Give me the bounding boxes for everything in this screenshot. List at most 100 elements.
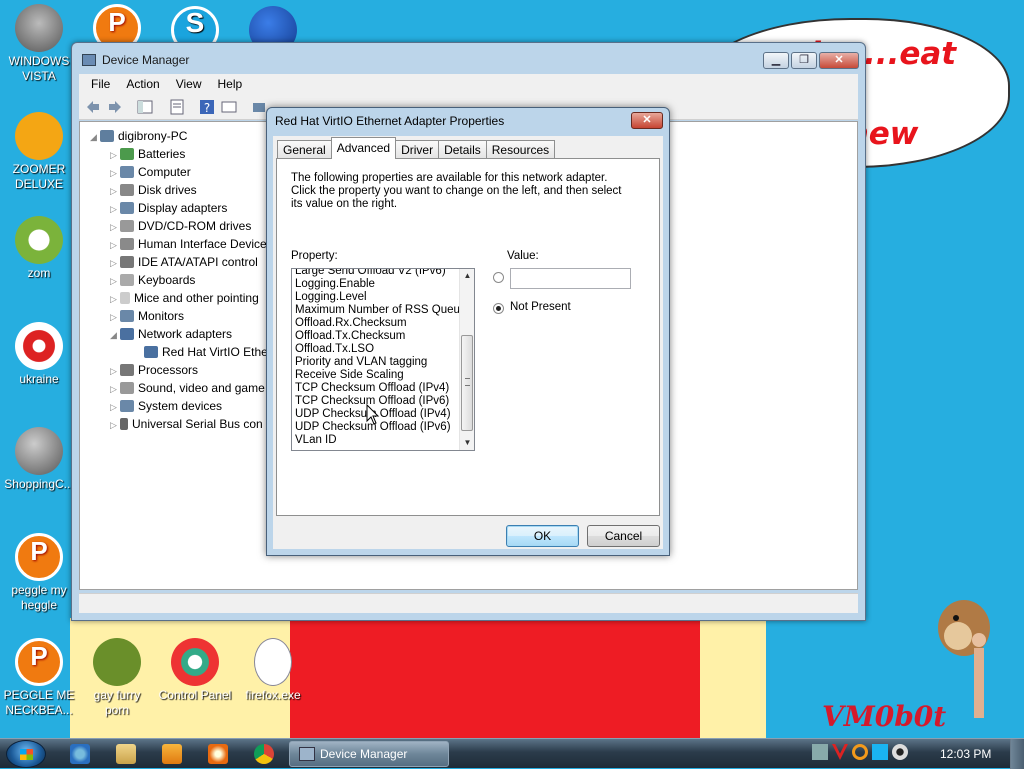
ok-button[interactable]: OK [506, 525, 579, 547]
property-scrollbar[interactable]: ▲ ▼ [459, 269, 474, 450]
taskbar-device-manager[interactable]: Device Manager [289, 741, 449, 767]
list-item[interactable]: Maximum Number of RSS Queues [295, 304, 472, 317]
collapse-arrow-icon[interactable]: ◢ [90, 128, 100, 146]
tree-item-usb[interactable]: ▷ Universal Serial Bus con [110, 415, 263, 433]
close-button[interactable]: ✕ [819, 52, 859, 69]
expand-arrow-icon[interactable]: ▷ [110, 398, 120, 416]
show-desktop-button[interactable] [1010, 739, 1024, 769]
maximize-button[interactable]: ❐ [791, 52, 817, 69]
tab-driver[interactable]: Driver [395, 140, 440, 159]
scroll-up-arrow-icon[interactable]: ▲ [460, 269, 474, 283]
tree-item-disk-drives[interactable]: ▷ Disk drives [110, 181, 197, 199]
scrollbar-thumb[interactable] [461, 335, 473, 431]
desktop-icon-firefox-exe[interactable]: firefox.exe [234, 638, 312, 703]
tree-item-virtio-adapter[interactable]: Red Hat VirtIO Ether [144, 343, 272, 361]
list-item[interactable]: Offload.Rx.Checksum [295, 317, 460, 330]
chrome-icon[interactable] [254, 744, 274, 764]
pinned-app-icon[interactable] [208, 744, 228, 764]
menu-bar: File Action View Help [79, 74, 858, 94]
property-listbox[interactable]: Large Send Offload V2 (IPv6) Logging.Ena… [291, 268, 475, 451]
desktop-icon-zoomer[interactable]: ZOOMER DELUXE [0, 112, 78, 192]
tab-resources[interactable]: Resources [485, 140, 556, 159]
tree-item-mice[interactable]: ▷ Mice and other pointing [110, 289, 259, 307]
tab-advanced[interactable]: Advanced [330, 137, 397, 159]
list-item[interactable]: Priority and VLAN tagging [295, 356, 460, 369]
properties-dialog[interactable]: Red Hat VirtIO Ethernet Adapter Properti… [266, 107, 670, 556]
tree-item-dvd-drives[interactable]: ▷ DVD/CD-ROM drives [110, 217, 251, 235]
desktop-icon-box[interactable]: gay furry porn [78, 638, 156, 718]
expand-arrow-icon[interactable]: ▷ [110, 200, 120, 218]
cancel-button[interactable]: Cancel [587, 525, 660, 547]
desktop-icon-vista[interactable]: WINDOWS VISTA [0, 4, 78, 84]
back-arrow-icon[interactable] [85, 99, 101, 115]
menu-view[interactable]: View [168, 74, 210, 94]
tray-v-icon[interactable] [832, 744, 848, 760]
tree-item-batteries[interactable]: ▷ Batteries [110, 145, 185, 163]
tree-item-monitors[interactable]: ▷ Monitors [110, 307, 184, 325]
expand-arrow-icon[interactable]: ▷ [110, 182, 120, 200]
list-item[interactable]: TCP Checksum Offload (IPv4) [295, 382, 460, 395]
desktop-icon-peggle-me[interactable]: PEGGLE ME NECKBEA... [0, 638, 78, 718]
list-item[interactable]: Offload.Tx.Checksum [295, 330, 460, 343]
value-input[interactable] [510, 268, 631, 289]
tray-app-icon[interactable] [812, 744, 828, 760]
list-item[interactable]: VLan ID [295, 434, 460, 447]
menu-action[interactable]: Action [118, 74, 167, 94]
list-item[interactable]: Logging.Enable [295, 278, 460, 291]
tree-root[interactable]: ◢ digibrony-PC [90, 127, 187, 145]
not-present-radio[interactable] [493, 303, 504, 314]
collapse-arrow-icon[interactable]: ◢ [110, 326, 120, 344]
expand-arrow-icon[interactable]: ▷ [110, 146, 120, 164]
folder-icon[interactable] [116, 744, 136, 764]
tree-item-keyboards[interactable]: ▷ Keyboards [110, 271, 195, 289]
dialog-close-button[interactable]: ✕ [631, 112, 663, 129]
expand-arrow-icon[interactable]: ▷ [110, 308, 120, 326]
expand-arrow-icon[interactable]: ▷ [110, 164, 120, 182]
minimize-button[interactable]: ▁ [763, 52, 789, 69]
expand-arrow-icon[interactable]: ▷ [110, 362, 120, 380]
expand-arrow-icon[interactable]: ▷ [110, 254, 120, 272]
list-item[interactable]: Logging.Level [295, 291, 460, 304]
tree-item-sound[interactable]: ▷ Sound, video and game [110, 379, 265, 397]
desktop-icon-zom[interactable]: zom [0, 216, 78, 281]
desktop-icon-control-panel[interactable]: Control Panel [156, 638, 234, 703]
desktop-icon-shopping[interactable]: ShoppingC... [0, 427, 78, 492]
view-icon[interactable] [221, 99, 237, 115]
tray-volume-icon[interactable] [892, 744, 908, 760]
expand-arrow-icon[interactable]: ▷ [110, 380, 120, 398]
tab-details[interactable]: Details [438, 140, 487, 159]
tree-item-network-adapters[interactable]: ◢ Network adapters [110, 325, 232, 343]
tree-item-processors[interactable]: ▷ Processors [110, 361, 198, 379]
expand-arrow-icon[interactable]: ▷ [110, 236, 120, 254]
properties-icon[interactable] [169, 99, 185, 115]
menu-file[interactable]: File [83, 74, 118, 94]
desktop-icon-ukraine[interactable]: ukraine [0, 322, 78, 387]
tree-item-hid[interactable]: ▷ Human Interface Device [110, 235, 267, 253]
help-icon[interactable]: ? [199, 99, 215, 115]
tree-item-ide[interactable]: ▷ IDE ATA/ATAPI control [110, 253, 258, 271]
tab-general[interactable]: General [277, 140, 332, 159]
list-item[interactable]: Large Send Offload V2 (IPv6) [295, 269, 460, 278]
tree-item-display-adapters[interactable]: ▷ Display adapters [110, 199, 227, 217]
menu-help[interactable]: Help [210, 74, 251, 94]
expand-arrow-icon[interactable]: ▷ [110, 272, 120, 290]
clock[interactable]: 12:03 PM [940, 747, 991, 761]
list-item[interactable]: Receive Side Scaling [295, 369, 460, 382]
value-radio[interactable] [493, 272, 504, 283]
desktop-icon-peggle-my-heggle[interactable]: peggle my heggle [0, 533, 78, 613]
media-player-icon[interactable] [162, 744, 182, 764]
scroll-down-arrow-icon[interactable]: ▼ [460, 436, 474, 450]
expand-arrow-icon[interactable]: ▷ [110, 416, 120, 434]
list-item[interactable]: Offload.Tx.LSO [295, 343, 460, 356]
tree-item-computer[interactable]: ▷ Computer [110, 163, 191, 181]
tree-item-system-devices[interactable]: ▷ System devices [110, 397, 222, 415]
internet-explorer-icon[interactable] [70, 744, 90, 764]
expand-arrow-icon[interactable]: ▷ [110, 218, 120, 236]
tray-search-icon[interactable] [852, 744, 868, 760]
tray-network-icon[interactable] [872, 744, 888, 760]
show-hide-tree-icon[interactable] [137, 99, 153, 115]
scan-hardware-icon[interactable] [251, 99, 267, 115]
start-button[interactable] [6, 740, 46, 768]
expand-arrow-icon[interactable]: ▷ [110, 290, 120, 308]
forward-arrow-icon[interactable] [107, 99, 123, 115]
